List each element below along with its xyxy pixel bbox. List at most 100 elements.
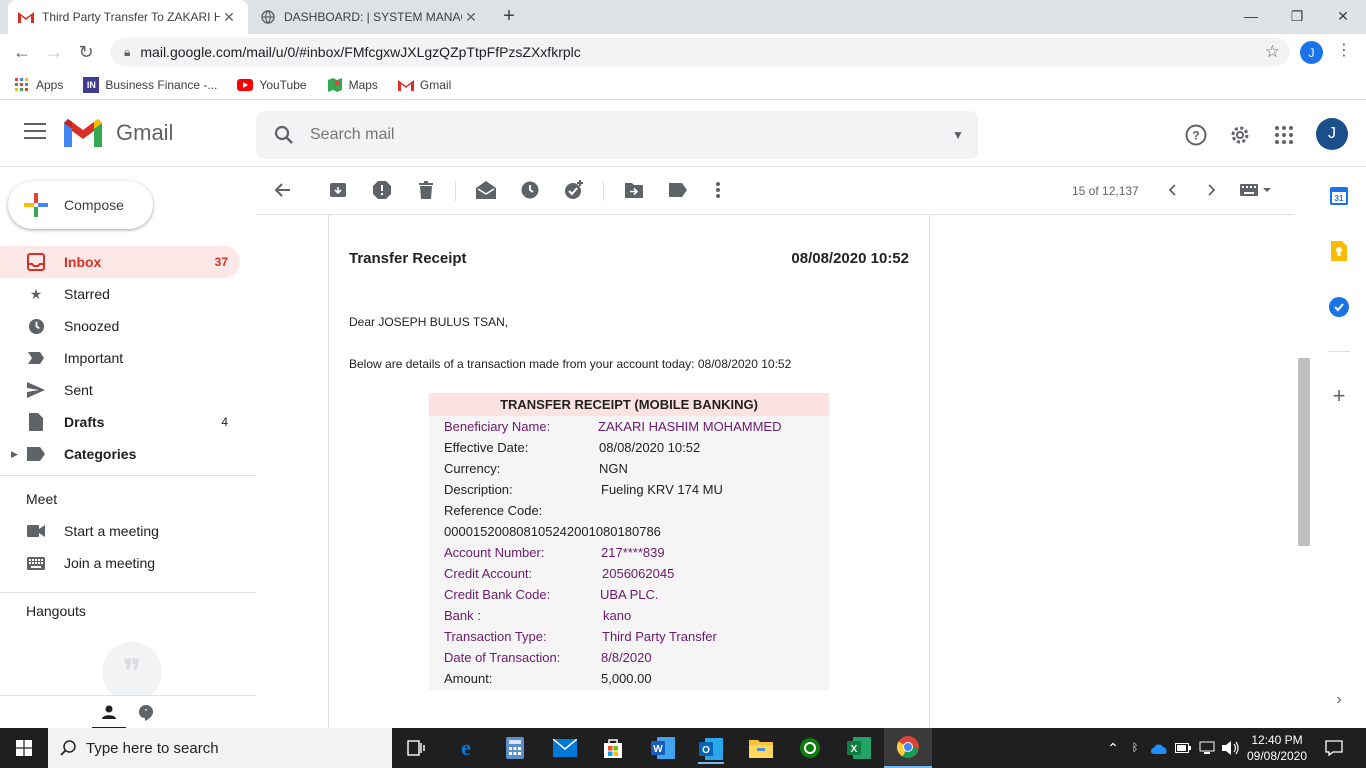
network-icon[interactable] <box>1194 736 1220 760</box>
mail-app-icon[interactable] <box>552 736 578 760</box>
restore-icon[interactable]: ❐ <box>1274 0 1320 32</box>
back-to-inbox-icon[interactable] <box>272 180 292 200</box>
message-scrollbar[interactable] <box>1298 358 1310 546</box>
receipt-value: 08/08/2020 10:52 <box>599 440 701 455</box>
xbox-app-icon[interactable] <box>797 736 823 760</box>
nav-item-sent[interactable]: Sent <box>0 374 240 406</box>
bookmark-star-icon[interactable]: ☆ <box>1265 42 1280 62</box>
snooze-clock-icon[interactable] <box>520 180 540 200</box>
search-bar[interactable]: ▼ <box>256 111 978 159</box>
nav-item-drafts[interactable]: Drafts 4 <box>0 406 240 438</box>
main-menu-icon[interactable] <box>24 123 46 139</box>
older-chevron-right-icon[interactable] <box>1202 180 1222 200</box>
windows-start-icon[interactable] <box>0 728 48 768</box>
close-window-icon[interactable]: ✕ <box>1320 0 1366 32</box>
bookmark-gmail[interactable]: Gmail <box>397 77 451 93</box>
chrome-menu-icon[interactable]: ⋮ <box>1336 40 1352 60</box>
tasks-icon[interactable] <box>1328 296 1350 318</box>
gmail-header: Gmail ▼ ? J <box>0 101 1366 167</box>
show-side-panel-chevron-icon[interactable]: › <box>1328 689 1350 711</box>
send-icon <box>26 382 46 398</box>
bookmark-apps[interactable]: Apps <box>14 77 63 93</box>
start-meeting-item[interactable]: Start a meeting <box>0 515 240 547</box>
add-to-tasks-icon[interactable] <box>564 180 584 200</box>
nav-item-starred[interactable]: ★ Starred <box>0 278 240 310</box>
search-options-dropdown-icon[interactable]: ▼ <box>938 128 978 142</box>
svg-text:e: e <box>461 737 471 759</box>
tab-dashboard[interactable]: DASHBOARD: | SYSTEM MANAGE ✕ <box>250 0 490 34</box>
gmail-logo[interactable]: Gmail <box>64 119 173 147</box>
receipt-key: Bank : <box>444 608 481 623</box>
archive-icon[interactable] <box>328 180 348 200</box>
hangouts-chat-icon[interactable]: " <box>136 704 156 722</box>
back-arrow-icon[interactable]: ← <box>10 40 34 64</box>
keep-icon[interactable] <box>1328 240 1350 262</box>
google-apps-icon[interactable] <box>1272 123 1296 147</box>
calendar-icon[interactable]: 31 <box>1328 185 1350 207</box>
tab-gmail[interactable]: Third Party Transfer To ZAKARI H ✕ <box>8 0 248 34</box>
search-icon[interactable] <box>274 125 294 145</box>
bookmark-maps[interactable]: Maps <box>327 77 378 93</box>
labels-icon[interactable] <box>668 180 688 200</box>
move-to-icon[interactable] <box>624 180 644 200</box>
nav-item-important[interactable]: Important <box>0 342 240 374</box>
report-spam-icon[interactable] <box>372 180 392 200</box>
intro-text: Below are details of a transaction made … <box>349 357 792 371</box>
receipt-value: 2056062045 <box>602 566 675 581</box>
edge-icon[interactable]: e <box>453 736 479 760</box>
compose-button[interactable]: Compose <box>8 181 153 229</box>
nav-item-categories[interactable]: ▶ Categories <box>0 438 240 470</box>
outlook-icon[interactable]: O <box>698 732 724 764</box>
receipt-value: 5,000.00 <box>601 671 652 686</box>
microsoft-store-icon[interactable] <box>600 736 626 760</box>
address-bar[interactable]: 🔒︎ mail.google.com/mail/u/0/#inbox/FMfcg… <box>110 38 1290 66</box>
minimize-icon[interactable]: — <box>1228 0 1274 32</box>
new-tab-button[interactable]: + <box>498 5 520 27</box>
file-explorer-icon[interactable] <box>748 736 774 760</box>
nav-item-snoozed[interactable]: Snoozed <box>0 310 240 342</box>
get-addons-plus-icon[interactable]: + <box>1328 383 1350 408</box>
unread-count: 37 <box>214 255 228 269</box>
more-options-icon[interactable] <box>708 180 728 200</box>
expand-arrow-icon[interactable]: ▶ <box>11 449 18 460</box>
volume-icon[interactable] <box>1218 736 1244 760</box>
mark-unread-icon[interactable] <box>476 180 496 200</box>
forward-arrow-icon[interactable]: → <box>42 40 66 64</box>
taskbar-search-box[interactable]: Type here to search <box>48 728 392 768</box>
onedrive-icon[interactable] <box>1146 736 1172 760</box>
taskbar-search-placeholder: Type here to search <box>86 739 219 757</box>
settings-gear-icon[interactable] <box>1228 123 1252 147</box>
calculator-icon[interactable] <box>502 736 528 760</box>
svg-text:31: 31 <box>1335 194 1344 203</box>
delete-icon[interactable] <box>416 180 436 200</box>
receipt-frame: Transfer Receipt 08/08/2020 10:52 Dear J… <box>328 215 930 728</box>
toolbar-divider <box>455 181 456 201</box>
newer-chevron-left-icon[interactable] <box>1162 180 1182 200</box>
clock-date: 09/08/2020 <box>1246 749 1308 763</box>
bookmark-business-finance[interactable]: IN Business Finance -... <box>83 76 217 93</box>
action-center-icon[interactable] <box>1321 736 1347 760</box>
nav-item-inbox[interactable]: Inbox 37 <box>0 246 240 278</box>
globe-icon <box>260 9 276 25</box>
close-tab-icon[interactable]: ✕ <box>462 9 480 26</box>
join-meeting-item[interactable]: Join a meeting <box>0 547 240 579</box>
help-icon[interactable]: ? <box>1184 123 1208 147</box>
input-tools-keyboard-icon[interactable] <box>1238 180 1274 200</box>
chrome-profile-avatar[interactable]: J <box>1300 41 1323 64</box>
account-avatar[interactable]: J <box>1316 118 1348 150</box>
reload-icon[interactable]: ↻ <box>74 40 98 64</box>
lock-icon: 🔒︎ <box>124 44 131 59</box>
word-icon[interactable]: W <box>650 736 676 760</box>
search-input[interactable] <box>310 126 938 144</box>
hangouts-toolbar: " <box>0 695 256 729</box>
task-view-icon[interactable] <box>403 736 429 760</box>
chrome-taskbar-icon[interactable] <box>884 728 932 768</box>
bookmark-youtube[interactable]: YouTube <box>237 77 307 93</box>
browser-toolbar: ← → ↻ 🔒︎ mail.google.com/mail/u/0/#inbox… <box>0 34 1366 70</box>
excel-icon[interactable]: X <box>846 736 872 760</box>
bluetooth-icon[interactable]: ᛒ <box>1122 736 1148 760</box>
battery-icon[interactable] <box>1170 736 1196 760</box>
close-tab-icon[interactable]: ✕ <box>220 9 238 26</box>
person-icon[interactable] <box>92 696 126 729</box>
taskbar-clock[interactable]: 12:40 PM 09/08/2020 <box>1246 732 1308 764</box>
